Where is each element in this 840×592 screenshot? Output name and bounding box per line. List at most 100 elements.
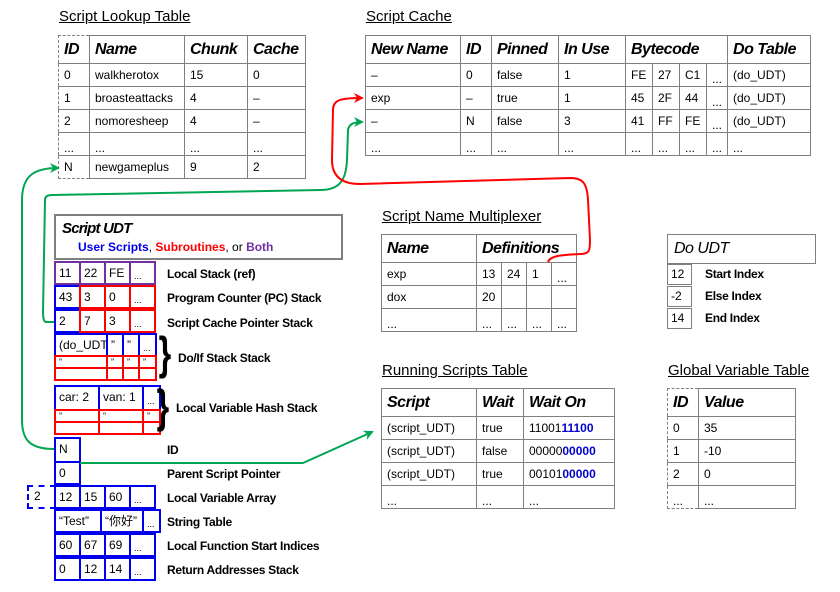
cell-definition: 24: [501, 262, 527, 286]
table-header: Script Wait Wait On: [381, 388, 615, 417]
cell-name: ...: [381, 308, 477, 332]
cell-wait-on: 0010100000: [523, 462, 615, 486]
pc-stack-cell: 0: [104, 285, 131, 309]
multiplexer-title: Script Name Multiplexer: [382, 208, 542, 225]
parent-pointer-label: Parent Script Pointer: [167, 467, 281, 481]
cell-definition: 13: [476, 262, 502, 286]
col-id: ID: [667, 388, 699, 417]
col-chunk: Chunk: [184, 35, 248, 64]
cell-in-use: 1: [558, 86, 626, 110]
script-lookup-title: Script Lookup Table: [59, 8, 191, 25]
cell-do-table: (do_UDT): [727, 63, 812, 87]
table-row: exp – true 1 45 2F 44... (do_UDT): [365, 86, 812, 110]
func-start-cell: 69: [104, 533, 131, 557]
cell: walkherotox: [89, 63, 185, 87]
cell-definition: ...: [476, 308, 502, 332]
brace-icon: }: [158, 327, 172, 379]
pc-stack-cell: ...: [129, 285, 156, 309]
cell: 2: [247, 155, 306, 179]
col-name: Name: [89, 35, 185, 64]
col-cache: Cache: [247, 35, 306, 64]
cell-id: 1: [667, 439, 699, 463]
col-wait: Wait: [476, 388, 524, 417]
pc-stack-label: Program Counter (PC) Stack: [167, 291, 322, 305]
cell-definition: ...: [526, 308, 552, 332]
string-cell: “你好”: [100, 509, 144, 533]
cell-id: 2: [667, 462, 699, 486]
do-udt-value: 14: [667, 308, 692, 329]
cache-pointer-cell: ...: [129, 309, 156, 333]
local-stack-label: Local Stack (ref): [167, 267, 256, 281]
hash-cell: van: 1: [98, 385, 144, 411]
do-if-cell: ...: [54, 367, 108, 381]
legend-sep: , or: [225, 240, 247, 254]
cache-pointer-cell: 7: [79, 309, 106, 333]
col-do-table: Do Table: [727, 35, 812, 64]
table-row: dox 20: [381, 285, 577, 309]
return-addr-cell: 0: [54, 557, 81, 581]
cell-value: 35: [698, 416, 796, 440]
return-addr-cell: ...: [129, 557, 156, 581]
local-stack-cell: FE: [104, 261, 131, 285]
cell-wait-on: ...: [523, 485, 615, 509]
cell-do-table: (do_UDT): [727, 86, 812, 110]
cell-value: 0: [698, 462, 796, 486]
cell-new-name: –: [365, 63, 461, 87]
wait-bits-highlight: 00000: [562, 444, 596, 458]
parent-pointer-cell: 0: [54, 461, 81, 485]
hash-stack-label: Local Variable Hash Stack: [176, 401, 318, 415]
string-table-label: String Table: [167, 515, 232, 529]
string-cell: ...: [142, 509, 161, 533]
col-script: Script: [381, 388, 477, 417]
cell-wait-on: 1100111100: [523, 416, 615, 440]
pc-stack-cell: 3: [79, 285, 106, 309]
return-stack-label: Return Addresses Stack: [167, 563, 299, 577]
cell-byte: ...: [652, 132, 680, 156]
cell-id: –: [460, 86, 492, 110]
cell-byte: ...: [679, 132, 707, 156]
do-if-cell: (do_UDT): [54, 333, 108, 357]
script-udt-title: Script UDT: [62, 220, 132, 237]
cell-id: ...: [460, 132, 492, 156]
cell-value: -10: [698, 439, 796, 463]
col-wait-on: Wait On: [523, 388, 615, 417]
func-start-label: Local Function Start Indices: [167, 539, 320, 553]
wait-bits-plain: 00000: [529, 444, 563, 458]
cell-id: 0: [460, 63, 492, 87]
running-scripts-title: Running Scripts Table: [382, 362, 528, 379]
cell-wait: true: [476, 416, 524, 440]
col-in-use: In Use: [558, 35, 626, 64]
table-header: Name Definitions: [381, 234, 577, 263]
cell-definition: ...: [551, 308, 577, 332]
id-label: ID: [167, 443, 179, 457]
cell: 0: [58, 63, 90, 87]
table-row: – Nfalse 3 41 FF FE... (do_UDT): [365, 109, 812, 133]
do-udt-value: -2: [667, 286, 692, 307]
cache-pointer-cell: 3: [104, 309, 131, 333]
table-row: ............: [58, 132, 306, 156]
cache-pointer-cell: 2: [54, 309, 81, 333]
cell-script: (script_UDT): [381, 462, 477, 486]
cell-script: (script_UDT): [381, 439, 477, 463]
cell-pinned: false: [491, 63, 559, 87]
cell-byte: 2F: [652, 86, 680, 110]
cell-id: 0: [667, 416, 699, 440]
wait-bits-highlight: 11100: [561, 421, 594, 435]
local-stack-cell: ...: [129, 261, 156, 285]
wait-bits-plain: 00101: [529, 467, 563, 481]
cell-new-name: exp: [365, 86, 461, 110]
cell-new-name: –: [365, 109, 461, 133]
wait-bits-highlight: 00000: [562, 467, 596, 481]
col-pinned: Pinned: [491, 35, 559, 64]
cell-definition: ...: [501, 308, 527, 332]
cell-byte: ...: [625, 132, 653, 156]
table-row: (script_UDT) false 0000000000: [381, 439, 615, 463]
cell-in-use: 3: [558, 109, 626, 133]
table-row: ......: [667, 485, 796, 509]
local-var-label: Local Variable Array: [167, 491, 276, 505]
cell: newgameplus: [89, 155, 185, 179]
cell-byte: FE: [625, 63, 653, 87]
table-row: 0 35: [667, 416, 796, 440]
cell-byte: 27: [652, 63, 680, 87]
cell: ...: [58, 132, 90, 156]
